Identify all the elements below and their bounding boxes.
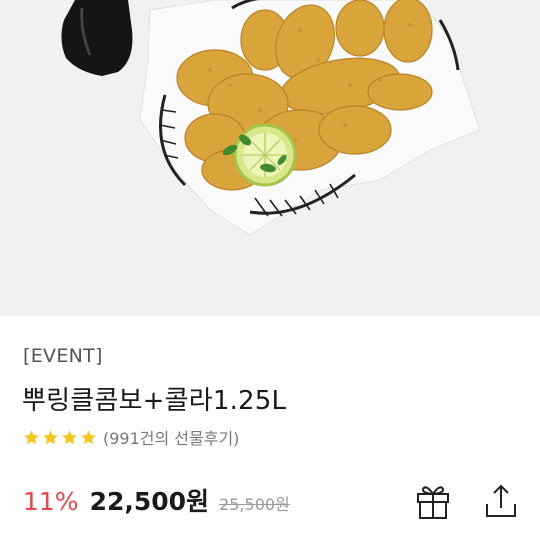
gift-icon bbox=[417, 486, 449, 519]
star-icon bbox=[81, 429, 96, 444]
discount-rate: 11% bbox=[23, 487, 79, 516]
product-image bbox=[0, 0, 540, 316]
product-detail-page: [EVENT] 뿌링클콤보+콜라1.25L (991건의 선물후기) 11% 2… bbox=[0, 0, 540, 540]
rating-row[interactable]: (991건의 선물후기) bbox=[23, 426, 239, 448]
share-icon bbox=[486, 484, 516, 517]
review-count: (991건의 선물후기) bbox=[103, 429, 240, 448]
price-row: 11% 22,500원 25,500원 bbox=[23, 482, 290, 516]
sale-price: 22,500원 bbox=[89, 487, 210, 516]
product-title: 뿌링클콤보+콜라1.25L bbox=[22, 386, 287, 416]
star-icon bbox=[24, 429, 39, 444]
event-tag: [EVENT] bbox=[23, 345, 103, 367]
star-icon bbox=[62, 429, 77, 444]
product-info: [EVENT] 뿌링클콤보+콜라1.25L (991건의 선물후기) 11% 2… bbox=[0, 316, 540, 540]
share-button[interactable] bbox=[482, 482, 520, 520]
original-price: 25,500원 bbox=[219, 495, 290, 514]
gift-button[interactable] bbox=[414, 482, 452, 520]
star-icon bbox=[43, 429, 58, 444]
